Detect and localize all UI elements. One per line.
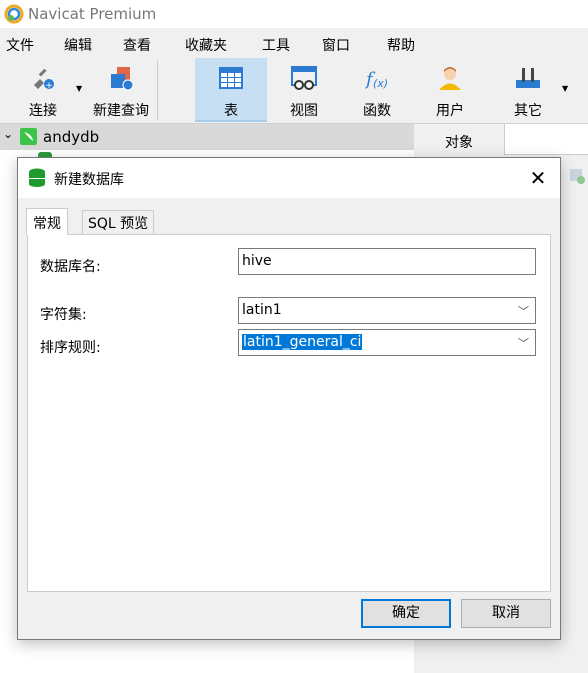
plug-icon: + [34,68,54,91]
tools-icon [516,68,540,88]
database-name-value: hive [242,253,272,269]
connect-label: 连接 [29,103,57,119]
table-label: 表 [224,103,238,119]
chevron-down-icon[interactable]: ⌄ [3,127,13,141]
charset-select[interactable]: latin1 ﹀ [238,297,536,324]
title-bar: Navicat Premium [0,0,588,28]
navicat-logo-icon [4,4,24,24]
tab-strip-blank [504,124,588,155]
connect-button[interactable]: + 连接 [14,58,72,122]
user-label: 用户 [436,103,464,119]
others-button[interactable]: 其它 [492,58,564,122]
toolbar-divider [157,60,158,120]
tab-objects[interactable]: 对象 [414,124,504,156]
close-icon[interactable]: ✕ [524,164,552,192]
mysql-connection-icon [20,128,37,145]
menu-bar: 文件 编辑 查看 收藏夹 工具 窗口 帮助 [0,28,588,58]
others-dropdown-icon[interactable]: ▼ [562,84,568,93]
charset-value: latin1 [242,302,282,318]
menu-view[interactable]: 查看 [123,35,151,55]
svg-text:+: + [45,81,53,91]
new-query-icon [111,67,134,91]
menu-favorites[interactable]: 收藏夹 [185,35,227,55]
table-button[interactable]: 表 [195,58,267,122]
menu-tools[interactable]: 工具 [262,35,290,55]
database-icon [29,168,45,187]
toolbar: + 连接 ▼ 新建查询 表 视图 f (x) 函数 用户 其它 ▼ [0,58,588,124]
menu-window[interactable]: 窗口 [322,35,350,55]
connection-name: andydb [43,128,100,146]
menu-edit[interactable]: 编辑 [64,35,92,55]
user-button[interactable]: 用户 [414,58,486,122]
new-database-dialog: 新建数据库 ✕ 常规 SQL 预览 数据库名: hive 字符集: latin1… [17,157,561,640]
general-panel: 数据库名: hive 字符集: latin1 ﹀ 排序规则: latin1_gen… [27,234,551,592]
collation-select[interactable]: latin1_general_ci ﹀ [238,329,536,356]
tree-item-andydb[interactable]: ⌄ andydb [0,124,414,150]
new-query-label: 新建查询 [93,103,149,119]
dialog-title-bar: 新建数据库 ✕ [18,158,560,198]
app-title: Navicat Premium [28,5,157,23]
svg-text:(x): (x) [373,77,388,90]
database-name-input[interactable]: hive [238,248,536,275]
view-button[interactable]: 视图 [268,58,340,122]
cancel-button[interactable]: 取消 [461,599,551,628]
ok-button[interactable]: 确定 [361,599,451,628]
user-icon [439,67,461,90]
menu-help[interactable]: 帮助 [387,35,415,55]
new-query-button[interactable]: 新建查询 [86,58,156,122]
collation-label: 排序规则: [40,340,101,356]
view-label: 视图 [290,103,318,119]
dialog-title: 新建数据库 [54,172,124,188]
charset-label: 字符集: [40,307,87,323]
tab-general[interactable]: 常规 [26,208,68,235]
tab-sql-preview[interactable]: SQL 预览 [82,210,155,234]
view-icon [291,66,317,90]
function-label: 函数 [363,103,391,119]
others-label: 其它 [514,103,542,119]
database-name-label: 数据库名: [40,259,101,275]
new-table-icon[interactable] [569,168,585,184]
chevron-down-icon: ﹀ [518,337,529,350]
function-button[interactable]: f (x) 函数 [341,58,413,122]
collation-value: latin1_general_ci [242,334,363,350]
chevron-down-icon: ﹀ [518,305,529,318]
menu-file[interactable]: 文件 [6,35,34,55]
table-icon [219,67,243,89]
connect-dropdown-icon[interactable]: ▼ [76,84,82,93]
function-icon: f (x) [364,69,388,90]
